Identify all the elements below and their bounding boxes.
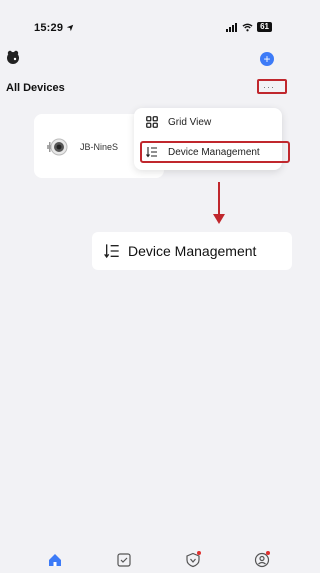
signal-icon	[226, 22, 238, 32]
wifi-icon	[242, 23, 253, 31]
home-tab-icon[interactable]	[47, 552, 63, 568]
page-title: All Devices	[6, 82, 65, 94]
camera-icon	[47, 138, 68, 156]
more-options-button[interactable]: ···	[257, 79, 287, 94]
add-device-button[interactable]: +	[260, 52, 274, 66]
status-icons: 61	[226, 22, 272, 32]
location-arrow-icon	[67, 24, 74, 32]
menu-item-label: Device Management	[168, 146, 260, 158]
status-time: 15:29	[34, 22, 74, 34]
tasks-tab-icon[interactable]	[116, 552, 132, 568]
tab-profile[interactable]	[254, 551, 270, 568]
tab-bar	[0, 545, 278, 573]
callout-label: Device Management	[128, 243, 257, 259]
callout-device-management: Device Management	[92, 232, 292, 270]
arrow-down-icon	[213, 214, 225, 224]
menu-item-device-management[interactable]: Device Management	[146, 146, 260, 158]
device-name: JB-NineS	[80, 142, 119, 152]
notification-dot	[266, 551, 270, 555]
notification-dot	[197, 551, 201, 555]
menu-item-label: Grid View	[168, 116, 212, 128]
menu-item-grid-view[interactable]: Grid View	[146, 116, 211, 128]
sort-list-icon	[146, 147, 157, 158]
tab-security[interactable]	[185, 551, 201, 568]
plus-icon: +	[263, 52, 271, 66]
avatar[interactable]	[6, 50, 20, 64]
grid-icon	[146, 116, 158, 128]
callout-arrow	[218, 182, 220, 216]
sort-list-icon	[104, 244, 119, 259]
battery-icon: 61	[257, 22, 272, 32]
